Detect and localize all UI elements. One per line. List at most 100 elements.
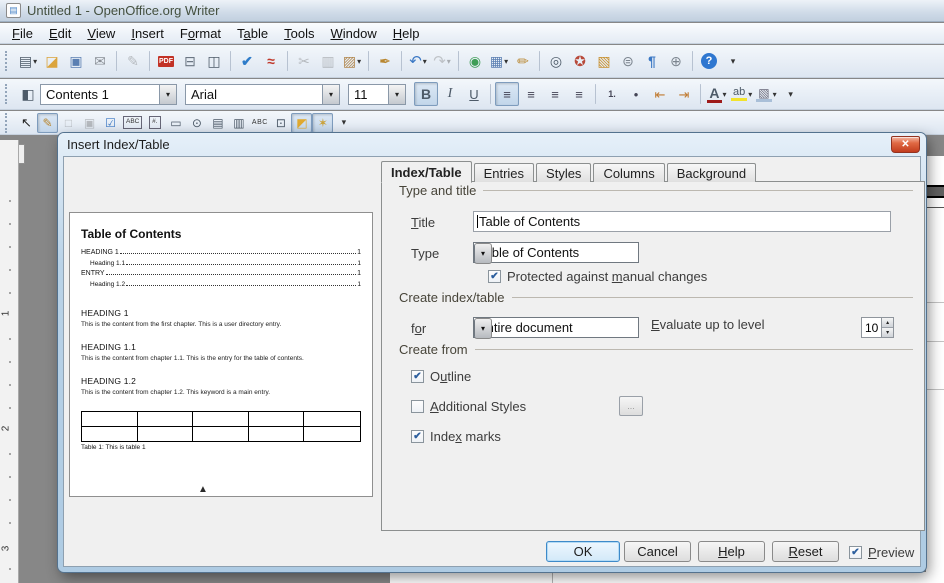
ok-button[interactable]: OK — [546, 541, 620, 562]
form-design-button[interactable]: ◩ — [291, 113, 312, 133]
zoom-button[interactable]: ⊕ — [664, 49, 688, 73]
list-box-button[interactable]: ▤ — [207, 113, 228, 133]
highlighting-button[interactable]: ab — [729, 82, 754, 106]
paste-button[interactable]: ▨ — [340, 49, 364, 73]
bullet-list-button[interactable]: • — [624, 82, 648, 106]
nonprinting-characters-button[interactable]: ¶ — [640, 49, 664, 73]
additional-styles-browse-button[interactable]: ... — [619, 396, 643, 416]
text-label-button[interactable]: ABC — [249, 113, 270, 133]
window-titlebar[interactable]: ▤ Untitled 1 - OpenOffice.org Writer — [0, 0, 944, 22]
label-field-button[interactable]: ABC — [121, 113, 144, 133]
close-icon[interactable]: ✕ — [891, 136, 920, 153]
checkbox-control-button[interactable]: ☑ — [100, 113, 121, 133]
styles-and-formatting-button[interactable]: ◧ — [16, 82, 40, 106]
format-paintbrush-button[interactable]: ✒ — [373, 49, 397, 73]
data-sources-button[interactable]: ⊜ — [616, 49, 640, 73]
menu-table[interactable]: Table — [229, 24, 276, 43]
tab-index-table[interactable]: Index/Table — [381, 161, 472, 183]
menu-tools[interactable]: Tools — [276, 24, 322, 43]
tab-columns[interactable]: Columns — [593, 163, 664, 182]
spellcheck-button[interactable]: ✔ — [235, 49, 259, 73]
outline-checkbox[interactable]: ✔ Outline — [411, 369, 471, 384]
email-button[interactable]: ✉ — [88, 49, 112, 73]
toolbar-overflow-button[interactable]: ▾ — [779, 82, 803, 106]
dialog-titlebar[interactable]: Insert Index/Table — [63, 133, 921, 156]
gallery-button[interactable]: ▧ — [592, 49, 616, 73]
edit-file-button[interactable]: ✎ — [121, 49, 145, 73]
menu-edit[interactable]: Edit — [41, 24, 79, 43]
chevron-down-icon[interactable]: ▾ — [474, 243, 492, 264]
hyperlink-button[interactable]: ◉ — [463, 49, 487, 73]
italic-button[interactable]: I — [438, 82, 462, 106]
title-input[interactable]: Table of Contents — [473, 211, 891, 232]
font-name-combo[interactable]: Arial ▾ — [185, 84, 340, 105]
for-dropdown[interactable]: Entire document ▾ — [473, 317, 639, 338]
justify-button[interactable]: ≡ — [567, 82, 591, 106]
chevron-down-icon[interactable]: ▾ — [388, 85, 405, 104]
design-mode-button[interactable]: ✎ — [37, 113, 58, 133]
undo-button[interactable]: ↶ — [406, 49, 430, 73]
align-right-button[interactable]: ≡ — [543, 82, 567, 106]
toolbar-overflow-button[interactable]: ▾ — [721, 49, 745, 73]
tab-styles[interactable]: Styles — [536, 163, 591, 182]
autospellcheck-button[interactable]: ≈ — [259, 49, 283, 73]
evaluate-level-spinner[interactable]: 10 ▴ ▾ — [861, 317, 894, 338]
menu-format[interactable]: Format — [172, 24, 229, 43]
font-color-button[interactable]: A — [705, 82, 729, 106]
chevron-down-icon[interactable]: ▾ — [474, 318, 492, 339]
decrease-indent-button[interactable]: ⇤ — [648, 82, 672, 106]
paragraph-style-combo[interactable]: Contents 1 ▾ — [40, 84, 177, 105]
numbered-list-button[interactable]: 1. — [600, 82, 624, 106]
new-document-button[interactable]: ▤ — [16, 49, 40, 73]
more-controls-button[interactable]: ✶ — [312, 113, 333, 133]
spin-up-icon[interactable]: ▴ — [882, 318, 893, 328]
redo-button[interactable]: ↷ — [430, 49, 454, 73]
index-marks-checkbox[interactable]: ✔ Index marks — [411, 429, 501, 444]
form-properties-button[interactable]: ▣ — [79, 113, 100, 133]
bold-button[interactable]: B — [414, 82, 438, 106]
formatted-field-button[interactable]: #. — [144, 113, 165, 133]
toolbar-grip[interactable] — [5, 51, 11, 71]
vertical-ruler[interactable]: 1 2 3 — [0, 140, 19, 583]
control-properties-button[interactable]: □ — [58, 113, 79, 133]
additional-styles-checkbox[interactable]: Additional Styles — [411, 399, 526, 414]
open-button[interactable]: ◪ — [40, 49, 64, 73]
spin-down-icon[interactable]: ▾ — [882, 328, 893, 337]
select-button[interactable]: ↖ — [16, 113, 37, 133]
background-color-button[interactable]: ▧ — [754, 82, 778, 106]
navigator-button[interactable]: ✪ — [568, 49, 592, 73]
menu-insert[interactable]: Insert — [123, 24, 172, 43]
menu-window[interactable]: Window — [323, 24, 385, 43]
help-button[interactable]: Help — [698, 541, 765, 562]
print-button[interactable]: ⊟ — [178, 49, 202, 73]
reset-button[interactable]: Reset — [772, 541, 839, 562]
page-preview-button[interactable]: ◫ — [202, 49, 226, 73]
combo-box-button[interactable]: ▥ — [228, 113, 249, 133]
toolbar-overflow-button[interactable]: ▾ — [333, 113, 354, 133]
cut-button[interactable]: ✂ — [292, 49, 316, 73]
chevron-down-icon[interactable]: ▾ — [159, 85, 176, 104]
increase-indent-button[interactable]: ⇥ — [672, 82, 696, 106]
export-pdf-button[interactable]: PDF — [154, 49, 178, 73]
menu-help[interactable]: Help — [385, 24, 428, 43]
copy-button[interactable]: ▥ — [316, 49, 340, 73]
menu-view[interactable]: View — [79, 24, 123, 43]
help-button[interactable]: ? — [697, 49, 721, 73]
menu-file[interactable]: File — [4, 24, 41, 43]
save-button[interactable]: ▣ — [64, 49, 88, 73]
option-button-control[interactable]: ⊙ — [186, 113, 207, 133]
text-box-button[interactable]: ▭ — [165, 113, 186, 133]
chevron-down-icon[interactable]: ▾ — [322, 85, 339, 104]
preview-checkbox[interactable]: ✔ Preview — [849, 545, 914, 560]
align-left-button[interactable]: ≡ — [495, 82, 519, 106]
toolbar-grip[interactable] — [5, 113, 11, 133]
push-button-control[interactable]: ⊡ — [270, 113, 291, 133]
find-replace-button[interactable]: ◎ — [544, 49, 568, 73]
underline-button[interactable]: U — [462, 82, 486, 106]
font-size-combo[interactable]: 11 ▾ — [348, 84, 406, 105]
align-center-button[interactable]: ≡ — [519, 82, 543, 106]
toolbar-grip[interactable] — [5, 84, 11, 104]
cancel-button[interactable]: Cancel — [624, 541, 691, 562]
protected-checkbox[interactable]: ✔ Protected against manual changes — [488, 269, 707, 284]
type-dropdown[interactable]: Table of Contents ▾ — [473, 242, 639, 263]
